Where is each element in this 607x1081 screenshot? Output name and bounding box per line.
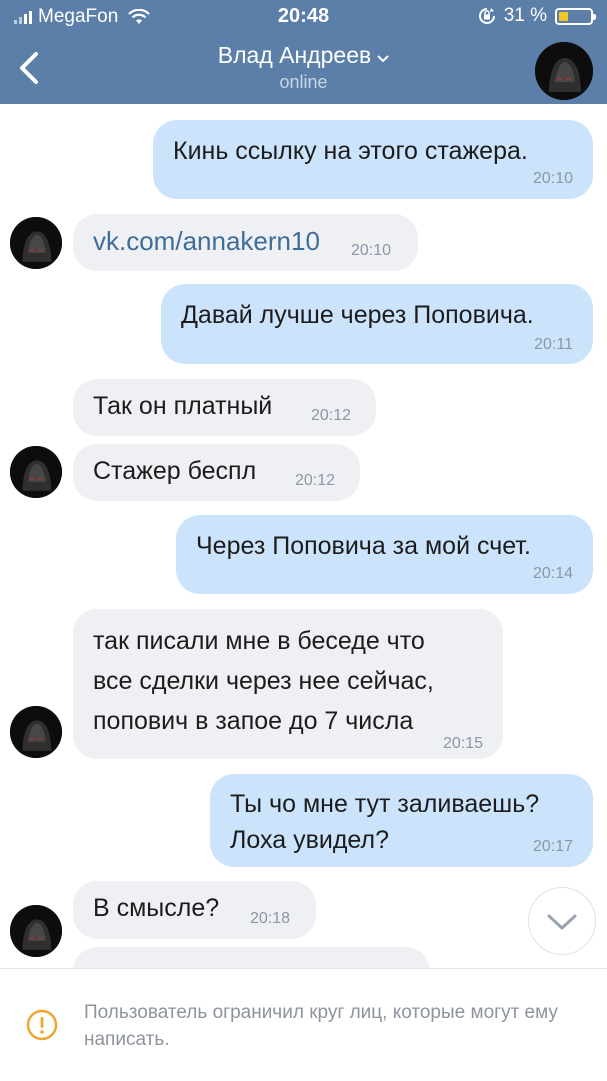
- message-outgoing[interactable]: Кинь ссылку на этого стажера. 20:10: [153, 120, 593, 199]
- message-text: Так он платный: [93, 392, 273, 420]
- restricted-footer: Пользователь ограничил круг лиц, которые…: [0, 968, 607, 1081]
- message-time: 20:12: [295, 472, 336, 489]
- message-time: 20:17: [532, 838, 573, 855]
- sender-avatar[interactable]: [10, 905, 62, 957]
- message-text: В смысле?: [93, 894, 220, 922]
- battery-icon: [555, 7, 596, 25]
- message-incoming[interactable]: так писали мне в беседе что все сделки ч…: [73, 609, 503, 759]
- message-time: 20:10: [351, 242, 392, 259]
- contact-title[interactable]: Влад Андреев: [0, 42, 607, 69]
- status-right: 31 %: [478, 5, 596, 27]
- message-outgoing[interactable]: Ты чо мне тут заливаешь? Лоха увидел? 20…: [210, 774, 593, 867]
- message-text: Давай лучше через Поповича.: [181, 301, 534, 329]
- message-incoming[interactable]: vk.com/annakern10 20:10: [73, 214, 418, 271]
- message-time: 20:12: [311, 407, 352, 424]
- contact-avatar[interactable]: [535, 42, 593, 100]
- chat-header: MegaFon 20:48 31 % Влад Андреев online: [0, 0, 607, 104]
- message-time: 20:15: [442, 735, 483, 752]
- message-outgoing[interactable]: Давай лучше через Поповича. 20:11: [161, 284, 593, 364]
- message-incoming[interactable]: Так он платный 20:12: [73, 379, 376, 436]
- message-text: Кинь ссылку на этого стажера.: [173, 137, 528, 165]
- sender-avatar[interactable]: [10, 446, 62, 498]
- message-time: 20:18: [250, 910, 291, 927]
- message-time: 20:11: [534, 336, 573, 353]
- message-text: Ты чо мне тут заливаешь? Лоха увидел?: [230, 790, 540, 854]
- contact-status: online: [279, 72, 328, 92]
- message-text: Стажер беспл: [93, 457, 257, 485]
- contact-name: Влад Андреев: [217, 42, 372, 68]
- sender-avatar[interactable]: [10, 217, 62, 269]
- avatar-image: [535, 42, 593, 100]
- message-outgoing[interactable]: Через Поповича за мой счет. 20:14: [176, 515, 593, 594]
- message-incoming[interactable]: Стажер беспл 20:12: [73, 444, 360, 501]
- message-time: 20:10: [532, 170, 573, 187]
- restriction-notice: Пользователь ограничил круг лиц, которые…: [84, 1002, 558, 1050]
- sender-avatar[interactable]: [10, 706, 62, 758]
- message-time: 20:14: [532, 565, 573, 582]
- status-bar: MegaFon 20:48 31 %: [0, 0, 607, 34]
- message-link[interactable]: vk.com/annakern10: [93, 224, 320, 259]
- message-incoming[interactable]: В смысле? 20:18: [73, 881, 316, 939]
- scroll-down-button[interactable]: [528, 887, 596, 955]
- scroll-down-icon: [547, 914, 577, 930]
- message-incoming-partial[interactable]: [73, 947, 430, 970]
- battery-percent: 31 %: [503, 5, 547, 26]
- message-text: так писали мне в беседе что все сделки ч…: [93, 627, 434, 735]
- orientation-lock-icon: [478, 8, 495, 24]
- chevron-down-icon: [377, 55, 389, 63]
- message-list[interactable]: Кинь ссылку на этого стажера. 20:10 vk.c…: [0, 104, 607, 970]
- message-text: Через Поповича за мой счет.: [196, 532, 531, 560]
- warning-icon: [26, 1009, 58, 1041]
